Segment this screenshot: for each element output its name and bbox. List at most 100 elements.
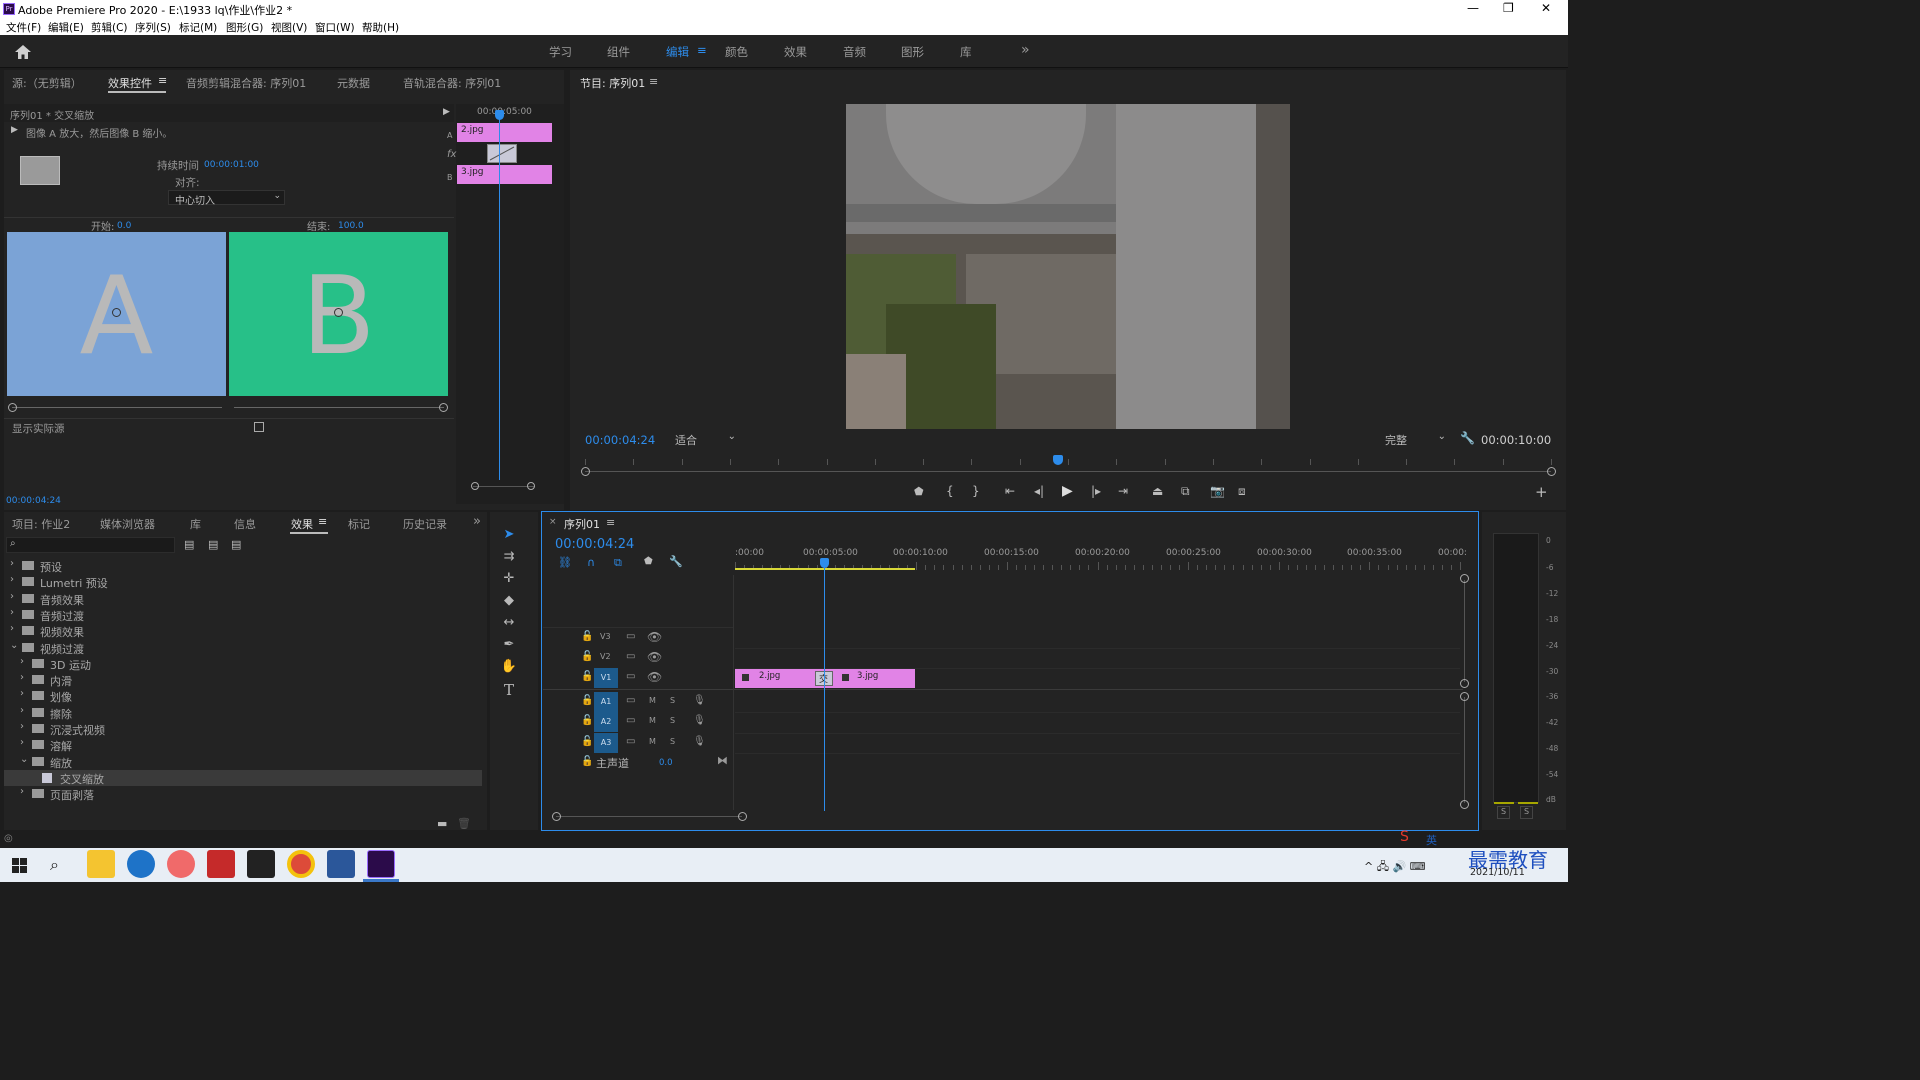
go-to-in-icon[interactable]: ⇤ bbox=[1005, 484, 1015, 498]
lock-icon[interactable]: 🔓 bbox=[581, 671, 593, 682]
tab-metadata[interactable]: 元数据 bbox=[337, 75, 370, 91]
comparison-view-icon[interactable]: ⧈ bbox=[1238, 484, 1246, 499]
slip-tool-icon[interactable]: ↔ bbox=[500, 615, 518, 630]
chevron-right-icon[interactable]: › bbox=[20, 705, 24, 716]
tab-libraries[interactable]: 库 bbox=[190, 516, 201, 532]
tab-effect-controls[interactable]: 效果控件 bbox=[108, 75, 152, 91]
step-forward-icon[interactable]: |▸ bbox=[1091, 484, 1101, 498]
timeline-title[interactable]: 序列01 bbox=[564, 516, 600, 532]
preview-b[interactable]: B bbox=[229, 232, 448, 396]
go-to-end-icon[interactable]: ⧓ bbox=[717, 754, 728, 767]
chevron-down-icon[interactable]: ⌄ bbox=[10, 640, 18, 651]
solo-left-button[interactable]: S bbox=[1497, 806, 1510, 819]
quality-dropdown[interactable]: 完整 ⌄ bbox=[1381, 431, 1449, 447]
workspace-menu-icon[interactable]: ≡ bbox=[697, 43, 707, 57]
effects-tree-item[interactable]: › 视频效果 bbox=[4, 623, 482, 639]
track-target[interactable]: A3 bbox=[594, 733, 618, 753]
new-bin-icon[interactable]: ▬ bbox=[437, 817, 447, 830]
eye-icon[interactable]: 👁 bbox=[647, 670, 662, 684]
effects-tree-item[interactable]: › Lumetri 预设 bbox=[4, 574, 482, 590]
sync-lock-icon[interactable]: ▭ bbox=[626, 651, 635, 662]
workspace-audio[interactable]: 音频 bbox=[843, 44, 866, 60]
chevron-right-icon[interactable]: › bbox=[20, 656, 24, 667]
workspace-graphics[interactable]: 图形 bbox=[901, 44, 924, 60]
selection-tool-icon[interactable]: ➤ bbox=[500, 527, 518, 542]
effect-controls-timecode[interactable]: 00:00:04:24 bbox=[6, 496, 61, 506]
step-back-icon[interactable]: ◂| bbox=[1034, 484, 1044, 498]
menu-edit[interactable]: 编辑(E) bbox=[48, 20, 84, 35]
effects-tree-item[interactable]: › 3D 运动 bbox=[4, 656, 482, 672]
mute-button[interactable]: M bbox=[649, 716, 656, 725]
menu-view[interactable]: 视图(V) bbox=[271, 20, 307, 35]
workspace-assembly[interactable]: 组件 bbox=[607, 44, 630, 60]
mute-button[interactable]: M bbox=[649, 696, 656, 705]
chevron-right-icon[interactable]: › bbox=[10, 574, 14, 585]
add-marker-icon[interactable]: ⬟ bbox=[914, 485, 924, 498]
tab-audio-clip-mixer[interactable]: 音频剪辑混合器: 序列01 bbox=[186, 75, 306, 91]
solo-button[interactable]: S bbox=[670, 696, 675, 705]
fit-dropdown[interactable]: 适合 ⌄ bbox=[671, 431, 739, 447]
timeline-clip[interactable]: 3.jpg bbox=[835, 669, 915, 688]
mini-playhead-handle[interactable] bbox=[495, 110, 504, 120]
lock-icon[interactable]: 🔓 bbox=[581, 756, 593, 767]
effects-tree-item[interactable]: 交叉缩放 bbox=[4, 769, 482, 786]
sogou-icon[interactable]: S bbox=[1400, 829, 1409, 845]
start-value[interactable]: 0.0 bbox=[117, 221, 131, 231]
track-label[interactable]: V3 bbox=[600, 632, 611, 641]
chevron-down-icon[interactable]: ⌄ bbox=[20, 754, 28, 765]
button-editor-icon[interactable]: + bbox=[1535, 483, 1548, 501]
mark-in-icon[interactable]: { bbox=[946, 484, 954, 498]
program-menu-icon[interactable]: ≡ bbox=[649, 75, 658, 88]
menu-graphics[interactable]: 图形(G) bbox=[226, 20, 263, 35]
linked-selection-icon[interactable]: ⧉ bbox=[614, 556, 622, 570]
file-explorer-icon[interactable] bbox=[87, 850, 115, 878]
timeline-playhead-handle[interactable] bbox=[820, 558, 829, 568]
workspace-color[interactable]: 颜色 bbox=[725, 44, 748, 60]
effects-tree-item[interactable]: ⌄ 缩放 bbox=[4, 754, 482, 770]
microphone-icon[interactable]: 🎙 bbox=[693, 736, 706, 747]
lock-icon[interactable]: 🔓 bbox=[581, 736, 593, 747]
workspace-effects[interactable]: 效果 bbox=[784, 44, 807, 60]
effects-search-input[interactable]: ⌕ bbox=[6, 537, 175, 553]
tab-source[interactable]: 源:（无剪辑） bbox=[12, 75, 82, 91]
program-ruler[interactable] bbox=[585, 456, 1552, 466]
type-tool-icon[interactable]: T bbox=[500, 681, 518, 699]
program-zoom-bar[interactable] bbox=[585, 471, 1551, 472]
work-area-bar[interactable] bbox=[735, 568, 915, 570]
ripple-edit-tool-icon[interactable]: ✛ bbox=[500, 571, 518, 586]
sync-lock-icon[interactable]: ▭ bbox=[626, 695, 635, 706]
razor-tool-icon[interactable]: ◆ bbox=[500, 593, 518, 608]
panel-overflow[interactable]: » bbox=[473, 514, 481, 529]
audio-vertical-scroll[interactable] bbox=[1464, 697, 1465, 803]
minimize-button[interactable]: — bbox=[1467, 1, 1479, 15]
start-slider[interactable] bbox=[12, 407, 222, 408]
go-to-out-icon[interactable]: ⇥ bbox=[1118, 484, 1128, 498]
chrome-icon[interactable] bbox=[287, 850, 315, 878]
effects-tree-item[interactable]: › 擦除 bbox=[4, 705, 482, 721]
chevron-right-icon[interactable]: › bbox=[20, 737, 24, 748]
effects-tree-item[interactable]: › 预设 bbox=[4, 558, 482, 574]
32bit-effects-icon[interactable]: ▤ bbox=[208, 538, 218, 551]
close-icon[interactable]: × bbox=[549, 517, 557, 527]
mini-transition[interactable] bbox=[487, 144, 517, 163]
tab-project[interactable]: 项目: 作业2 bbox=[12, 516, 70, 532]
end-value[interactable]: 100.0 bbox=[338, 221, 364, 231]
chevron-right-icon[interactable]: › bbox=[10, 558, 14, 569]
sync-lock-icon[interactable]: ▭ bbox=[626, 736, 635, 747]
chevron-right-icon[interactable]: › bbox=[20, 786, 24, 797]
effects-tree-item[interactable]: › 音频效果 bbox=[4, 591, 482, 607]
tab-audio-track-mixer[interactable]: 音轨混合器: 序列01 bbox=[403, 75, 501, 91]
center-point-handle[interactable] bbox=[112, 308, 121, 317]
timeline-settings-icon[interactable]: 🔧 bbox=[669, 555, 683, 568]
hand-tool-icon[interactable]: ✋ bbox=[500, 659, 518, 674]
effects-tree-item[interactable]: ⌄ 视频过渡 bbox=[4, 640, 482, 656]
timeline-menu-icon[interactable]: ≡ bbox=[606, 516, 615, 529]
play-icon[interactable]: ▶ bbox=[1062, 483, 1073, 499]
premiere-taskbar-icon[interactable] bbox=[367, 850, 395, 878]
track-target[interactable]: V1 bbox=[594, 668, 618, 688]
word-icon[interactable] bbox=[327, 850, 355, 878]
tab-menu-icon[interactable]: ≡ bbox=[158, 74, 167, 87]
chevron-right-icon[interactable]: › bbox=[10, 607, 14, 618]
workspace-libraries[interactable]: 库 bbox=[960, 44, 972, 60]
lift-icon[interactable]: ⏏ bbox=[1152, 484, 1163, 498]
